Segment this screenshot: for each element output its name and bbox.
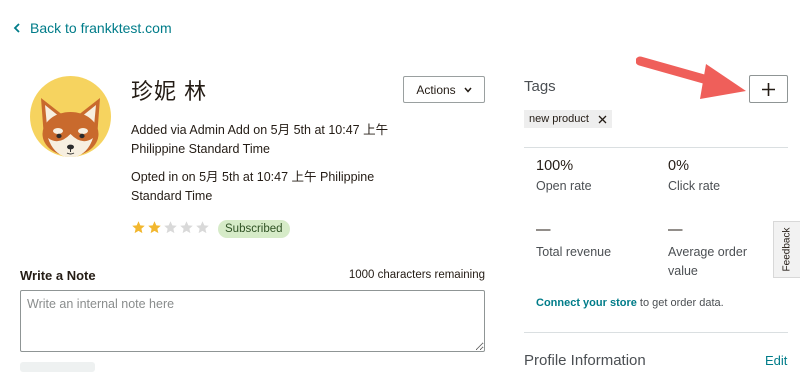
open-rate-value: 100% [536,158,574,174]
tags-title: Tags [524,78,556,95]
feedback-label: Feedback [781,227,793,272]
open-rate-label: Open rate [536,179,592,193]
actions-button-label: Actions [416,82,456,97]
note-characters-remaining: 1000 characters remaining [348,269,485,281]
status-badge: Subscribed [218,220,290,238]
back-link-label: Back to frankktest.com [30,20,172,36]
shiba-dog-avatar-icon [41,98,100,157]
edit-profile-link[interactable]: Edit [765,353,787,368]
opted-in-text: Opted in on 5月 5th at 10:47 上午 Philippin… [131,170,375,203]
actions-dropdown-button[interactable]: Actions [403,76,485,103]
total-revenue-value: — [536,222,551,238]
total-revenue-label: Total revenue [536,245,612,259]
divider [524,147,788,148]
avatar [30,76,111,157]
profile-information-title: Profile Information [524,352,646,369]
star-filled-icon [148,221,161,234]
chevron-left-icon [13,23,20,33]
click-rate-label: Click rate [668,179,721,193]
added-via-text: Added via Admin Add on 5月 5th at 10:47 上… [131,123,389,156]
star-empty-icon [180,221,193,234]
connect-store-rest: to get order data. [636,297,724,309]
add-note-button[interactable] [20,362,95,372]
note-textarea[interactable] [20,290,485,352]
feedback-tab[interactable]: Feedback [773,221,800,278]
average-order-value-label: Average order value [668,245,747,278]
star-filled-icon [132,221,145,234]
connect-store-text: Connect your store to get order data. [536,297,724,309]
tag-chip: new product [524,110,612,128]
tag-label: new product [529,113,589,125]
add-tag-button[interactable] [749,75,788,103]
annotation-arrow-icon [636,56,746,99]
contact-name: 珍妮 林 [131,79,208,104]
plus-icon [762,82,775,96]
remove-tag-icon[interactable] [598,115,607,124]
click-rate-value: 0% [668,158,689,174]
connect-store-link[interactable]: Connect your store [536,297,637,309]
back-link[interactable]: Back to frankktest.com [12,20,172,36]
member-rating [131,220,210,235]
average-order-value-value: — [668,222,683,238]
star-empty-icon [196,221,209,234]
chevron-down-icon [464,87,472,93]
star-empty-icon [164,221,177,234]
divider [524,332,788,333]
note-title: Write a Note [20,268,96,283]
